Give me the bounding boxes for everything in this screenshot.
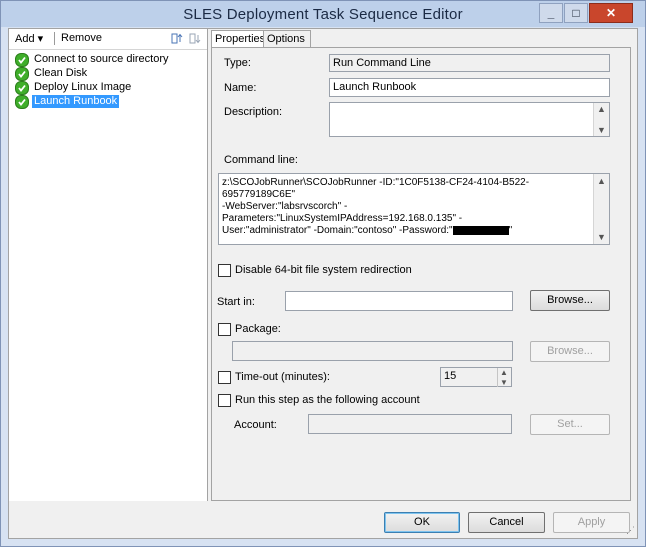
description-scrollbar[interactable]: ▲ ▼ bbox=[593, 103, 609, 136]
timeout-stepper[interactable]: 15 ▲ ▼ bbox=[440, 367, 512, 387]
set-account-button[interactable]: Set... bbox=[530, 414, 610, 435]
browse-button[interactable]: Browse... bbox=[530, 290, 610, 311]
scroll-up-icon[interactable]: ▲ bbox=[597, 176, 606, 186]
sequence-pane: Add ▾ Remove Connect to source directory… bbox=[9, 29, 208, 501]
command-line-segment: " bbox=[508, 225, 513, 236]
ok-button[interactable]: OK bbox=[384, 512, 460, 533]
timeout-checkbox[interactable] bbox=[218, 371, 231, 384]
minimize-icon: _ bbox=[547, 6, 555, 20]
tree-item-label: Launch Runbook bbox=[32, 95, 120, 108]
redacted-password-block bbox=[452, 225, 509, 235]
scroll-down-icon[interactable]: ▼ bbox=[597, 232, 606, 242]
command-line-textarea[interactable]: z:\SCOJobRunner\SCOJobRunner -ID:"1C0F51… bbox=[218, 173, 610, 245]
add-menu-button[interactable]: Add ▾ bbox=[15, 32, 43, 45]
scroll-down-icon[interactable]: ▼ bbox=[597, 125, 606, 135]
run-as-label: Run this step as the following account bbox=[235, 394, 420, 406]
type-field: Run Command Line bbox=[329, 54, 610, 72]
tree-item-label: Deploy Linux Image bbox=[34, 81, 132, 93]
scroll-up-icon[interactable]: ▲ bbox=[597, 104, 606, 114]
properties-pane: Properties Options Type: Run Command Lin… bbox=[211, 29, 631, 501]
timeout-value: 15 bbox=[444, 370, 457, 382]
close-button[interactable]: ✕ bbox=[589, 3, 633, 23]
tab-properties[interactable]: Properties bbox=[211, 30, 267, 48]
timeout-spin-buttons[interactable]: ▲ ▼ bbox=[497, 368, 511, 387]
dialog-button-bar: OK Cancel Apply ⋰ bbox=[9, 502, 637, 538]
title-bar: SLES Deployment Task Sequence Editor _ □… bbox=[1, 1, 645, 27]
tree-item-label: Connect to source directory bbox=[34, 53, 169, 65]
start-in-input[interactable] bbox=[285, 291, 513, 311]
minimize-button[interactable]: _ bbox=[539, 3, 563, 23]
task-sequence-editor-window: SLES Deployment Task Sequence Editor _ □… bbox=[0, 0, 646, 547]
success-check-icon bbox=[15, 81, 29, 95]
remove-button[interactable]: Remove bbox=[61, 32, 102, 44]
timeout-label: Time-out (minutes): bbox=[235, 371, 330, 383]
apply-button[interactable]: Apply bbox=[553, 512, 630, 533]
disable-redirection-checkbox[interactable] bbox=[218, 264, 231, 277]
name-input[interactable]: Launch Runbook bbox=[329, 78, 610, 97]
close-icon: ✕ bbox=[605, 6, 617, 20]
success-check-icon bbox=[15, 95, 29, 109]
account-input[interactable] bbox=[308, 414, 512, 434]
package-input[interactable] bbox=[232, 341, 513, 361]
tab-options[interactable]: Options bbox=[263, 30, 311, 47]
spin-up-icon[interactable]: ▲ bbox=[500, 368, 508, 377]
command-line-line: -WebServer:"labsrvscorch" -Parameters:"L… bbox=[222, 201, 463, 224]
move-up-icon[interactable] bbox=[171, 32, 184, 45]
move-down-icon[interactable] bbox=[189, 32, 202, 45]
maximize-icon: □ bbox=[572, 6, 580, 20]
start-in-label: Start in: bbox=[217, 296, 255, 308]
command-line-line: z:\SCOJobRunner\SCOJobRunner -ID:"1C0F51… bbox=[222, 177, 530, 200]
type-value: Run Command Line bbox=[333, 57, 431, 69]
spin-down-icon[interactable]: ▼ bbox=[500, 378, 508, 387]
maximize-button[interactable]: □ bbox=[564, 3, 588, 23]
account-label: Account: bbox=[234, 419, 277, 431]
success-check-icon bbox=[15, 67, 29, 81]
tree-item-label: Clean Disk bbox=[34, 67, 88, 79]
toolbar-divider bbox=[54, 32, 55, 45]
type-label: Type: bbox=[224, 57, 251, 69]
disable-redirection-label: Disable 64-bit file system redirection bbox=[235, 264, 412, 276]
description-textarea[interactable]: ▲ ▼ bbox=[329, 102, 610, 137]
properties-panel: Type: Run Command Line Name: Launch Runb… bbox=[211, 47, 631, 501]
package-label: Package: bbox=[235, 323, 281, 335]
command-line-segment: User:"administrator" -Domain:"contoso" -… bbox=[222, 225, 453, 236]
client-area: Add ▾ Remove Connect to source directory… bbox=[8, 28, 638, 539]
description-label: Description: bbox=[224, 106, 283, 118]
name-value: Launch Runbook bbox=[333, 81, 417, 93]
command-line-scrollbar[interactable]: ▲ ▼ bbox=[593, 174, 609, 244]
run-as-checkbox[interactable] bbox=[218, 394, 231, 407]
package-checkbox[interactable] bbox=[218, 323, 231, 336]
command-line-line: User:"administrator" -Domain:"contoso" -… bbox=[222, 225, 577, 237]
package-browse-button[interactable]: Browse... bbox=[530, 341, 610, 362]
cancel-button[interactable]: Cancel bbox=[468, 512, 545, 533]
resize-grip-icon[interactable]: ⋰ bbox=[626, 525, 635, 536]
success-check-icon bbox=[15, 53, 29, 67]
command-line-text: z:\SCOJobRunner\SCOJobRunner -ID:"1C0F51… bbox=[222, 177, 577, 237]
name-label: Name: bbox=[224, 82, 257, 94]
sequence-toolbar: Add ▾ Remove bbox=[9, 29, 207, 50]
command-line-label: Command line: bbox=[224, 154, 298, 166]
